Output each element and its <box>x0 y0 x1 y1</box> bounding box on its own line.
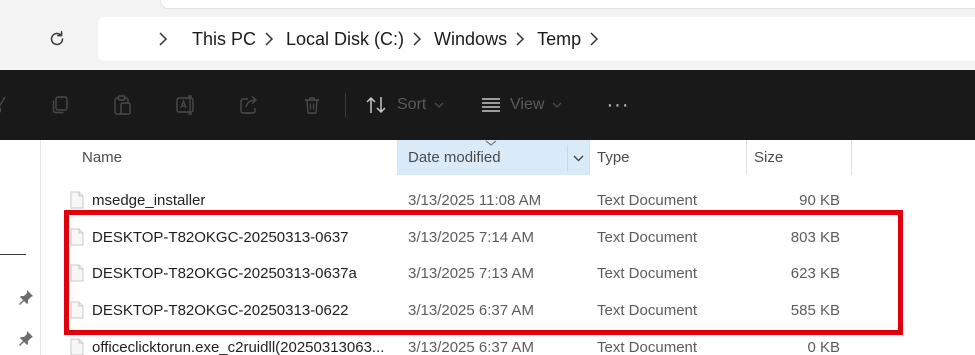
breadcrumb-local-disk[interactable]: Local Disk (C:) <box>286 29 404 50</box>
more-icon: ··· <box>606 93 630 116</box>
chevron-down-icon <box>434 102 444 108</box>
toolbar-separator <box>345 93 346 117</box>
sort-label: Sort <box>397 96 427 113</box>
share-icon[interactable] <box>235 70 263 140</box>
paste-icon[interactable] <box>108 70 136 140</box>
copy-icon[interactable] <box>46 70 74 140</box>
pin-icon[interactable] <box>18 289 34 305</box>
breadcrumb: This PC Local Disk (C:) Windows Temp <box>150 20 611 58</box>
view-button[interactable]: View <box>480 70 570 140</box>
delete-icon[interactable] <box>298 70 326 140</box>
tab-strip-edge <box>160 0 975 9</box>
rename-icon[interactable] <box>172 70 200 140</box>
chevron-right-icon[interactable] <box>412 31 422 47</box>
text-file-icon <box>70 338 84 355</box>
chevron-right-icon[interactable] <box>158 31 168 47</box>
chevron-down-icon <box>552 102 562 108</box>
pane-divider <box>40 140 41 355</box>
chevron-down-icon <box>573 149 584 167</box>
column-type-label: Type <box>597 149 630 166</box>
refresh-icon[interactable] <box>42 24 72 54</box>
column-size-label: Size <box>754 149 784 166</box>
column-header-name[interactable]: Name <box>72 140 397 175</box>
more-options-button[interactable]: ··· <box>600 70 636 140</box>
chevron-right-icon[interactable] <box>264 31 274 47</box>
annotation-highlight-box <box>64 210 903 335</box>
column-separator[interactable] <box>851 140 852 175</box>
view-label: View <box>510 96 545 113</box>
breadcrumb-windows[interactable]: Windows <box>434 29 507 50</box>
breadcrumb-this-pc[interactable]: This PC <box>192 29 256 50</box>
column-filter-dropdown[interactable] <box>567 145 589 171</box>
text-file-icon <box>70 191 84 209</box>
view-icon <box>480 96 502 114</box>
column-name-label: Name <box>82 149 123 166</box>
nav-pane-divider <box>0 254 26 255</box>
chevron-right-icon[interactable] <box>515 31 525 47</box>
pin-icon[interactable] <box>18 330 34 346</box>
column-date-label: Date modified <box>408 149 501 166</box>
chevron-right-icon[interactable] <box>589 31 599 47</box>
sort-button[interactable]: Sort <box>365 70 455 140</box>
cut-icon[interactable] <box>0 70 8 140</box>
breadcrumb-temp[interactable]: Temp <box>537 29 581 50</box>
sort-icon <box>365 95 389 115</box>
sort-caret-icon <box>485 140 497 146</box>
column-header-size[interactable]: Size <box>747 140 851 175</box>
command-bar: Sort View ··· <box>0 70 975 140</box>
column-header-type[interactable]: Type <box>590 140 746 175</box>
